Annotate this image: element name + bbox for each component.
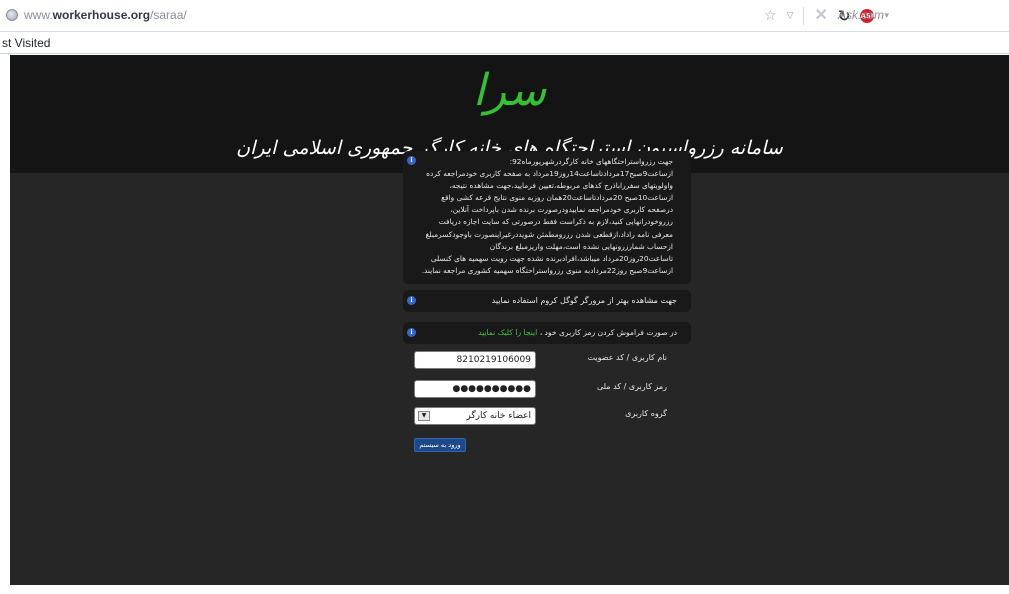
reservation-notice-text: جهت رزرواستراحتگاههای خانه کارگردرشهریور…	[421, 157, 673, 275]
password-input[interactable]: ●●●●●●●●●●	[414, 380, 536, 398]
url-field[interactable]: www.workerhouse.org/saraa/	[24, 8, 187, 22]
search-engine-dropdown-icon[interactable]: ▾	[884, 11, 889, 21]
reservation-notice: i جهت رزرواستراحتگاههای خانه کارگردرشهری…	[403, 151, 691, 284]
password-row: رمز کاربری / کد ملی ●●●●●●●●●●	[403, 380, 691, 398]
browser-tip-notice: i جهت مشاهده بهتر از مرورگر گوگل کروم اس…	[403, 290, 691, 312]
bookmarks-bar: st Visited	[0, 32, 1009, 54]
footer-strip	[10, 585, 1009, 594]
stop-icon[interactable]: ✕	[814, 8, 827, 24]
forgot-password-notice: i در صورت فراموش کردن رمز کاربری خود ، ا…	[403, 322, 691, 344]
address-bar: www.workerhouse.org/saraa/ ☆ ▽ ✕ ↻ ASK ▾…	[0, 0, 1009, 32]
page-container: سرا سامانه رزرواسیون استراحتگاه های خانه…	[10, 55, 1009, 585]
star-icon[interactable]: ☆	[764, 9, 777, 23]
login-button[interactable]: ورود به سیستم	[414, 438, 466, 452]
user-group-label: گروه کاربری	[625, 409, 667, 418]
info-icon: i	[407, 156, 416, 165]
bookmark-most-visited[interactable]: st Visited	[2, 36, 50, 50]
chevron-down-icon[interactable]: ▼	[418, 411, 430, 421]
search-input[interactable]: Ask.com	[838, 8, 884, 22]
username-row: نام کاربری / کد عضویت 8210219106009	[403, 351, 691, 369]
info-icon: i	[407, 328, 416, 337]
forgot-password-link[interactable]: اینجا را کلیک نمایید	[478, 328, 537, 337]
dropdown-icon[interactable]: ▽	[787, 11, 794, 21]
forgot-password-text: در صورت فراموش کردن رمز کاربری خود ، این…	[478, 328, 677, 337]
browser-tip-text: جهت مشاهده بهتر از مرورگر گوگل کروم استف…	[491, 296, 677, 305]
user-group-row: گروه کاربری اعضاء خانه کارگر ▼	[403, 407, 691, 425]
toolbar-separator	[803, 7, 805, 25]
user-group-select[interactable]: اعضاء خانه کارگر ▼	[414, 407, 536, 425]
info-icon: i	[407, 296, 416, 305]
password-label: رمز کاربری / کد ملی	[596, 382, 667, 391]
username-input[interactable]: 8210219106009	[414, 351, 536, 369]
username-label: نام کاربری / کد عضویت	[587, 353, 667, 362]
user-group-value: اعضاء خانه کارگر	[466, 411, 531, 421]
site-logo: سرا	[472, 65, 547, 116]
globe-icon	[6, 9, 18, 21]
